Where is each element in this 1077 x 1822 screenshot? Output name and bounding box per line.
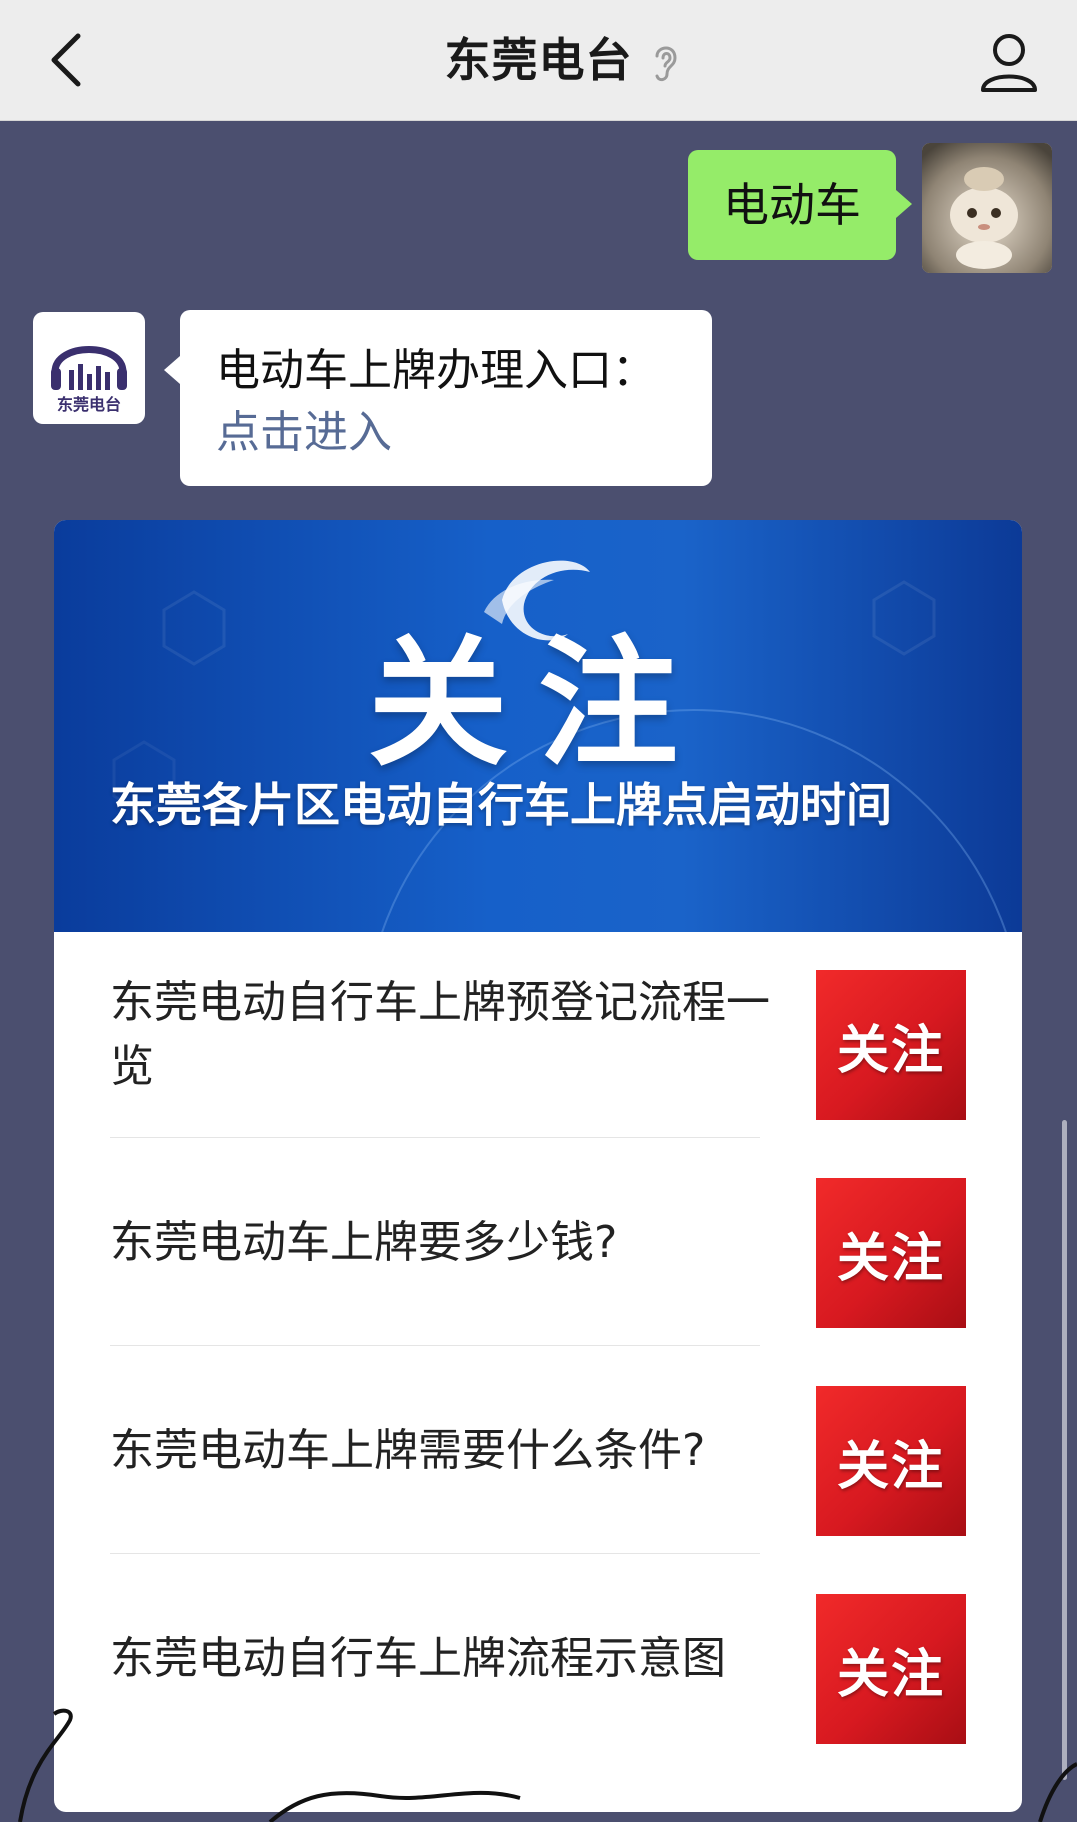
- list-item[interactable]: 东莞电动自行车上牌预登记流程一览 关注: [110, 932, 966, 1138]
- outgoing-message-text: 电动车: [723, 178, 861, 232]
- article-card: 关注 东莞各片区电动自行车上牌点启动时间 东莞电动自行车上牌预登记流程一览 关注…: [54, 520, 1022, 1812]
- list-item-title: 东莞电动车上牌需要什么条件?: [110, 1425, 706, 1476]
- divider: [110, 1553, 760, 1554]
- incoming-message-text: 电动车上牌办理入口：: [216, 345, 656, 396]
- thumbnail-label: 关注: [836, 1436, 945, 1497]
- thumbnail-label: 关注: [836, 1228, 945, 1289]
- list-item-thumbnail: 关注: [816, 970, 966, 1120]
- list-item-title: 东莞电动车上牌要多少钱?: [110, 1217, 618, 1268]
- divider: [110, 1345, 760, 1346]
- nav-bar: 东莞电台: [0, 0, 1077, 121]
- banner-big-text: 关注: [367, 623, 708, 786]
- list-item-title: 东莞电动自行车上牌预登记流程一览: [110, 977, 770, 1092]
- thumbnail-label: 关注: [836, 1020, 945, 1081]
- ear-icon: [655, 46, 677, 82]
- list-item-thumbnail: 关注: [816, 1386, 966, 1536]
- page-title: 东莞电台: [444, 33, 633, 87]
- user-avatar[interactable]: [922, 143, 1052, 273]
- scrollbar[interactable]: [1062, 1120, 1067, 1780]
- enter-link[interactable]: 点击进入: [216, 402, 676, 464]
- outgoing-message[interactable]: 电动车: [688, 150, 912, 260]
- background-doodle: [18, 1708, 1077, 1822]
- banner[interactable]: 关注 东莞各片区电动自行车上牌点启动时间: [54, 520, 1022, 932]
- list-item[interactable]: 东莞电动车上牌要多少钱? 关注: [110, 1140, 966, 1346]
- cat-avatar-image: [922, 143, 1052, 273]
- banner-title: 东莞各片区电动自行车上牌点启动时间: [110, 778, 892, 832]
- radio-logo-label: 东莞电台: [57, 395, 121, 414]
- list-item-thumbnail: 关注: [816, 1178, 966, 1328]
- page-title-wrap: 东莞电台: [0, 0, 1077, 120]
- divider: [110, 1137, 760, 1138]
- incoming-message: 电动车上牌办理入口： 点击进入: [164, 310, 712, 486]
- radio-logo: 东莞电台: [51, 346, 127, 414]
- list-item[interactable]: 东莞电动车上牌需要什么条件? 关注: [110, 1348, 966, 1554]
- person-icon[interactable]: [969, 24, 1049, 104]
- station-avatar[interactable]: 东莞电台: [33, 312, 145, 424]
- thumbnail-label: 关注: [836, 1644, 945, 1705]
